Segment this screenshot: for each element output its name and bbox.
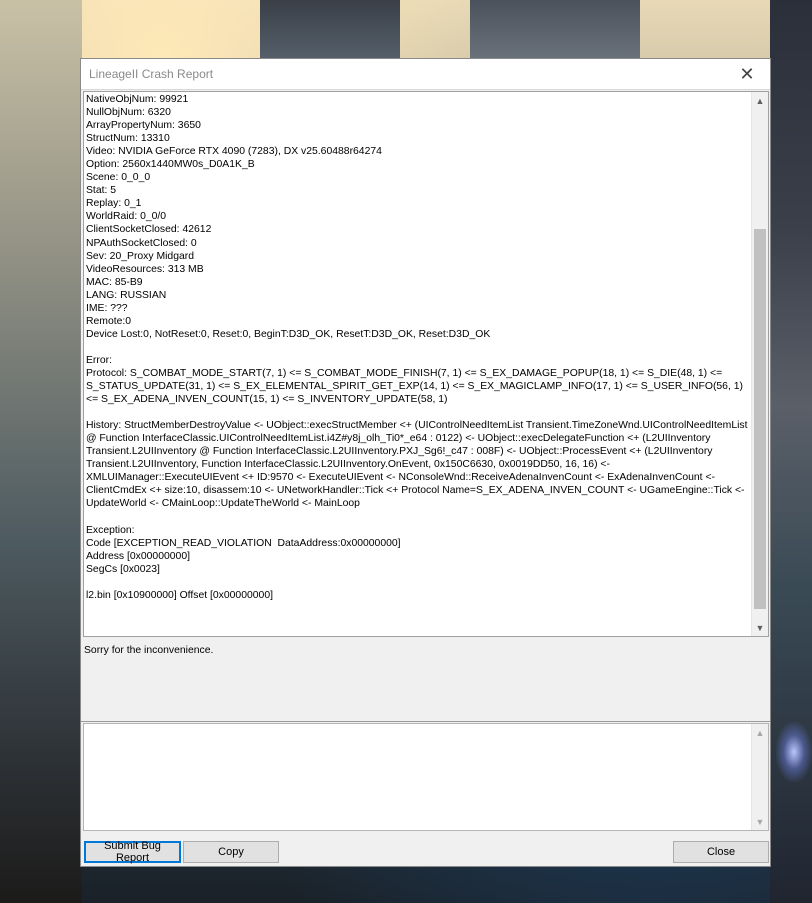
log-line: Protocol: S_COMBAT_MODE_START(7, 1) <= S… xyxy=(86,367,746,406)
log-line: Option: 2560x1440MW0s_D0A1K_B xyxy=(86,159,255,171)
scroll-up-arrow-icon[interactable]: ▲ xyxy=(752,92,768,109)
log-line: MAC: 85-B9 xyxy=(86,276,143,288)
log-line: Remote:0 xyxy=(86,315,132,327)
comment-input[interactable] xyxy=(84,724,752,830)
log-line: Device Lost:0, NotReset:0, Reset:0, Begi… xyxy=(86,328,491,340)
copy-button[interactable]: Copy xyxy=(183,841,279,863)
log-line: StructNum: 13310 xyxy=(86,133,170,145)
title-bar[interactable]: LineageII Crash Report ✕ xyxy=(81,59,770,90)
log-line: WorldRaid: 0_0/0 xyxy=(86,211,167,223)
window-title: LineageII Crash Report xyxy=(89,67,214,81)
background-left-tower xyxy=(0,0,82,903)
log-line: NativeObjNum: 99921 xyxy=(86,94,189,105)
background-castle-spire xyxy=(260,0,400,60)
log-line: VideoResources: 313 MB xyxy=(86,263,204,275)
log-line: IME: ??? xyxy=(86,302,128,314)
log-line: NPAuthSocketClosed: 0 xyxy=(86,237,197,249)
log-line: Error: xyxy=(86,354,112,366)
log-line: Stat: 5 xyxy=(86,185,117,197)
comment-scroll-down-arrow-icon[interactable]: ▼ xyxy=(752,813,768,830)
log-line: Scene: 0_0_0 xyxy=(86,172,151,184)
apology-message: Sorry for the inconvenience. xyxy=(84,645,214,656)
log-line: Video: NVIDIA GeForce RTX 4090 (7283), D… xyxy=(86,146,382,158)
log-line: Code [EXCEPTION_READ_VIOLATION DataAddre… xyxy=(86,537,401,549)
crash-log-text: NativeObjNum: 99921 NullObjNum: 6320 Array… xyxy=(86,93,750,602)
scroll-down-arrow-icon[interactable]: ▼ xyxy=(752,619,768,636)
log-line: NullObjNum: 6320 xyxy=(86,107,171,119)
log-line: SegCs [0x0023] xyxy=(86,563,160,575)
crash-log-scrollbar[interactable]: ▲ ▼ xyxy=(751,92,768,636)
divider xyxy=(81,721,770,722)
scroll-thumb[interactable] xyxy=(754,229,766,609)
log-line: Sev: 20_Proxy Midgard xyxy=(86,250,195,262)
log-line: ArrayPropertyNum: 3650 xyxy=(86,120,201,132)
submit-bug-report-button[interactable]: Submit Bug Report xyxy=(84,840,181,864)
log-line: Address [0x00000000] xyxy=(86,550,190,562)
background-magic-glow xyxy=(776,722,812,782)
log-line: ClientSocketClosed: 42612 xyxy=(86,224,212,236)
comment-box[interactable]: ▲ ▼ xyxy=(83,723,769,831)
log-line: Exception: xyxy=(86,524,135,536)
log-line: History: StructMemberDestroyValue <- UOb… xyxy=(86,420,751,510)
crash-report-window: LineageII Crash Report ✕ NativeObjNum: 9… xyxy=(80,58,771,867)
close-button[interactable]: Close xyxy=(673,841,769,863)
close-icon[interactable]: ✕ xyxy=(724,59,770,89)
log-line: Replay: 0_1 xyxy=(86,198,142,210)
comment-scroll-up-arrow-icon[interactable]: ▲ xyxy=(752,724,768,741)
log-line: l2.bin [0x10900000] Offset [0x00000000] xyxy=(86,589,273,601)
log-line: LANG: RUSSIAN xyxy=(86,289,167,301)
comment-scrollbar[interactable]: ▲ ▼ xyxy=(751,724,768,830)
crash-log-box[interactable]: NativeObjNum: 99921 NullObjNum: 6320 Array… xyxy=(83,91,769,637)
background-castle-tower xyxy=(470,0,640,60)
